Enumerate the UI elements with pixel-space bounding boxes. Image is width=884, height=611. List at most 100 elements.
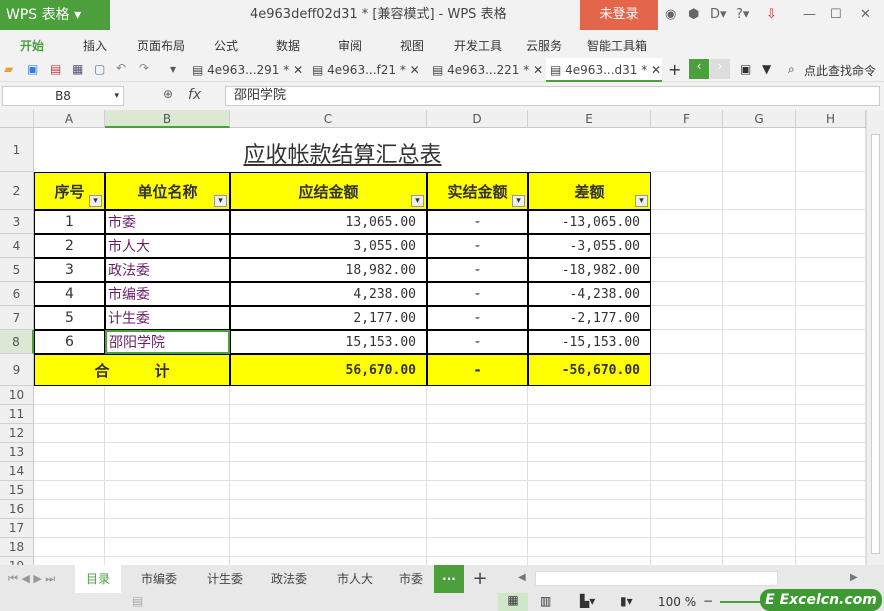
grid-cell[interactable] xyxy=(651,443,723,462)
grid-cell[interactable] xyxy=(796,234,866,258)
row-header[interactable]: 1 xyxy=(0,128,34,172)
grid-cell[interactable] xyxy=(34,443,105,462)
table-cell[interactable]: 2 xyxy=(34,234,105,258)
filter-dropdown-icon[interactable]: ▾ xyxy=(214,195,227,207)
grid-cell[interactable] xyxy=(723,481,796,500)
grid-cell[interactable] xyxy=(34,424,105,443)
table-cell[interactable]: -3,055.00 xyxy=(528,234,651,258)
unit-name-cell[interactable]: 政法委 xyxy=(105,258,230,282)
row-header[interactable]: 10 xyxy=(0,386,34,405)
grid-cell[interactable] xyxy=(230,519,427,538)
grid-cell[interactable] xyxy=(796,354,866,386)
eye-protect-icon[interactable]: ▮▾ xyxy=(620,594,633,608)
grid-cell[interactable] xyxy=(796,519,866,538)
menu-review[interactable]: 审阅 xyxy=(338,37,362,54)
open-icon[interactable]: ▰ xyxy=(4,62,13,76)
row-header[interactable]: 9 xyxy=(0,354,34,386)
grid-cell[interactable] xyxy=(651,557,723,565)
grid-cell[interactable] xyxy=(230,557,427,565)
grid-cell[interactable] xyxy=(651,282,723,306)
search-command[interactable]: 点此查找命令 xyxy=(804,62,876,79)
grid-cell[interactable] xyxy=(34,519,105,538)
column-header[interactable]: H xyxy=(796,110,866,128)
grid-cell[interactable] xyxy=(651,481,723,500)
new-tab-icon[interactable]: + xyxy=(668,60,681,79)
grid-cell[interactable] xyxy=(427,500,528,519)
table-cell[interactable]: 3 xyxy=(34,258,105,282)
grid-cell[interactable] xyxy=(796,538,866,557)
menu-tools[interactable]: 智能工具箱 xyxy=(587,37,647,54)
row-header[interactable]: 18 xyxy=(0,538,34,557)
unit-name-cell[interactable]: 市委 xyxy=(105,210,230,234)
table-cell[interactable]: -15,153.00 xyxy=(528,330,651,354)
row-header[interactable]: 13 xyxy=(0,443,34,462)
grid-cell[interactable] xyxy=(723,210,796,234)
row-header[interactable]: 16 xyxy=(0,500,34,519)
grid-cell[interactable] xyxy=(651,500,723,519)
grid-cell[interactable] xyxy=(528,424,651,443)
column-header[interactable]: E xyxy=(528,110,651,128)
grid-cell[interactable] xyxy=(796,172,866,210)
zoom-out-icon[interactable]: − xyxy=(703,594,713,608)
table-cell[interactable]: - xyxy=(427,306,528,330)
grid-cell[interactable] xyxy=(528,405,651,424)
row-header[interactable]: 4 xyxy=(0,234,34,258)
grid-cell[interactable] xyxy=(230,500,427,519)
grid-cell[interactable] xyxy=(651,128,723,172)
grid-cell[interactable] xyxy=(796,557,866,565)
grid-cell[interactable] xyxy=(230,386,427,405)
grid-cell[interactable] xyxy=(34,386,105,405)
table-cell[interactable]: - xyxy=(427,234,528,258)
grid-cell[interactable] xyxy=(427,481,528,500)
grid-cell[interactable] xyxy=(528,538,651,557)
fx-icon[interactable]: fx xyxy=(188,87,201,103)
grid-cell[interactable] xyxy=(723,538,796,557)
more-dropdown-icon[interactable]: ▾ xyxy=(170,62,176,76)
page-break-view-icon[interactable]: ▥ xyxy=(540,594,551,608)
table-cell[interactable]: 5 xyxy=(34,306,105,330)
grid-cell[interactable] xyxy=(34,557,105,565)
normal-view-icon[interactable]: ▦ xyxy=(498,593,528,611)
grid-cell[interactable] xyxy=(723,519,796,538)
row-header[interactable]: 15 xyxy=(0,481,34,500)
grid-cell[interactable] xyxy=(651,258,723,282)
doc-tab-active[interactable]: ▤ 4e963...d31 * ✕ xyxy=(546,58,662,82)
total-cell[interactable]: 56,670.00 xyxy=(230,354,427,386)
grid-cell[interactable] xyxy=(723,282,796,306)
grid-cell[interactable] xyxy=(34,462,105,481)
row-header[interactable]: 19 xyxy=(0,557,34,565)
page-layout-icon[interactable]: ▙▾ xyxy=(580,594,595,608)
unit-name-cell[interactable]: 市人大 xyxy=(105,234,230,258)
grid-cell[interactable] xyxy=(105,462,230,481)
grid-cell[interactable] xyxy=(796,128,866,172)
horizontal-scrollbar[interactable] xyxy=(535,571,778,586)
unit-name-cell[interactable]: 计生委 xyxy=(105,306,230,330)
sheet-tab[interactable]: 市编委 xyxy=(124,565,194,593)
close-icon[interactable]: ✕ xyxy=(860,7,871,22)
grid-cell[interactable] xyxy=(723,424,796,443)
doc-tab[interactable]: ▤ 4e963...221 * ✕ xyxy=(428,58,546,82)
grid-cell[interactable] xyxy=(105,443,230,462)
maximize-icon[interactable]: ☐ xyxy=(830,7,842,22)
table-cell[interactable]: 13,065.00 xyxy=(230,210,427,234)
table-cell[interactable]: 1 xyxy=(34,210,105,234)
grid-cell[interactable] xyxy=(723,443,796,462)
row-header[interactable]: 7 xyxy=(0,306,34,330)
table-cell[interactable]: 18,982.00 xyxy=(230,258,427,282)
grid-cell[interactable] xyxy=(651,306,723,330)
grid-cell[interactable] xyxy=(723,172,796,210)
table-cell[interactable]: 6 xyxy=(34,330,105,354)
grid-cell[interactable] xyxy=(723,354,796,386)
grid-cell[interactable] xyxy=(427,538,528,557)
column-header[interactable]: D xyxy=(427,110,528,128)
row-header[interactable]: 12 xyxy=(0,424,34,443)
grid-cell[interactable] xyxy=(651,538,723,557)
grid-cell[interactable] xyxy=(723,258,796,282)
table-cell[interactable]: -2,177.00 xyxy=(528,306,651,330)
unit-name-cell[interactable]: 市编委 xyxy=(105,282,230,306)
row-header[interactable]: 3 xyxy=(0,210,34,234)
grid-cell[interactable] xyxy=(796,405,866,424)
filter-dropdown-icon[interactable]: ▾ xyxy=(89,195,102,207)
grid-cell[interactable] xyxy=(796,282,866,306)
more-sheets-button[interactable]: ··· xyxy=(434,565,464,593)
